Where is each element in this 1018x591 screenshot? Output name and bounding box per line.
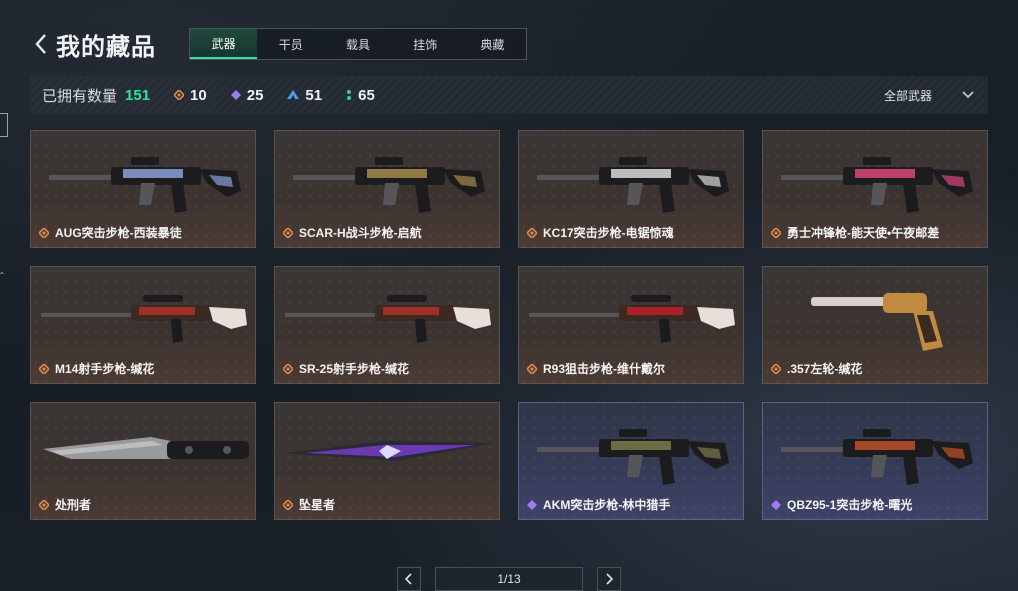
weapon-image [293, 157, 485, 213]
item-name: AUG突击步枪-西装暴徒 [55, 226, 182, 240]
tab-vehicles[interactable]: 载具 [324, 29, 391, 59]
green-dots-icon [346, 89, 352, 101]
chevron-right-icon [606, 573, 613, 585]
weapon-image [529, 295, 735, 343]
rarity-count-value: 10 [190, 86, 207, 104]
orange-diamond-icon [527, 363, 537, 374]
collection-item-card[interactable]: 勇士冲锋枪-能天使•午夜邮差 [762, 130, 988, 248]
item-name: 处刑者 [55, 498, 92, 512]
tab-operators[interactable]: 干员 [257, 29, 324, 59]
item-name: KC17突击步枪-电锯惊魂 [543, 226, 674, 240]
collection-item-card[interactable]: 处刑者 [30, 402, 256, 520]
item-name: 坠星者 [299, 498, 336, 512]
rarity-count-green: 65 [346, 87, 375, 104]
collection-item-card[interactable]: .357左轮-缄花 [762, 266, 988, 384]
ownership-stats-bar: 已拥有数量 151 10 25 51 65 全部武器 [30, 76, 988, 114]
chevron-down-icon [962, 91, 974, 99]
weapon-filter-dropdown[interactable]: 全部武器 [884, 76, 974, 114]
page-indicator: 1/13 [435, 567, 583, 591]
prev-page-button[interactable] [397, 567, 421, 591]
orange-diamond-icon [174, 90, 185, 100]
side-caret-icon: ˆ [0, 270, 4, 284]
rarity-count-value: 51 [305, 86, 323, 104]
page-title: 我的藏品 [56, 33, 156, 61]
collection-item-card[interactable]: 坠星者 [274, 402, 500, 520]
orange-diamond-icon [527, 227, 537, 238]
item-name: .357左轮-缄花 [787, 362, 863, 376]
weapon-image [49, 157, 241, 213]
weapon-image [537, 157, 729, 213]
weapon-image [285, 441, 495, 461]
item-label: SCAR-H战斗步枪-启航 [283, 224, 422, 241]
item-name: M14射手步枪-缄花 [55, 362, 155, 376]
orange-diamond-icon [283, 363, 293, 374]
orange-diamond-icon [39, 499, 49, 510]
category-tabs: 武器 干员 载具 挂饰 典藏 [189, 28, 527, 60]
weapon-image [781, 157, 973, 213]
item-label: 坠星者 [283, 496, 335, 513]
rarity-count-purple: 25 [230, 86, 264, 104]
rarity-count-blue: 51 [287, 87, 322, 104]
next-page-button[interactable] [597, 567, 621, 591]
chevron-left-icon [405, 573, 412, 585]
collection-item-card[interactable]: AUG突击步枪-西装暴徒 [30, 130, 256, 248]
tab-collection[interactable]: 典藏 [459, 29, 526, 59]
collection-item-card[interactable]: KC17突击步枪-电锯惊魂 [518, 130, 744, 248]
item-label: R93狙击步枪-维什戴尔 [527, 360, 665, 377]
orange-diamond-icon [39, 363, 49, 374]
orange-diamond-icon [283, 227, 293, 238]
collection-item-card[interactable]: SCAR-H战斗步枪-启航 [274, 130, 500, 248]
tab-charms[interactable]: 挂饰 [392, 29, 459, 59]
item-name: QBZ95-1突击步枪-曙光 [787, 498, 913, 512]
weapon-image [285, 295, 491, 343]
item-label: AKM突击步枪-林中猎手 [527, 496, 670, 513]
item-label: KC17突击步枪-电锯惊魂 [527, 224, 674, 241]
purple-diamond-icon [771, 499, 781, 510]
weapon-image [537, 429, 729, 485]
collection-item-card[interactable]: R93狙击步枪-维什戴尔 [518, 266, 744, 384]
collection-item-card[interactable]: AKM突击步枪-林中猎手 [518, 402, 744, 520]
item-label: .357左轮-缄花 [771, 360, 862, 377]
item-label: SR-25射手步枪-缄花 [283, 360, 409, 377]
side-bracket-decoration [0, 113, 8, 137]
blue-triangle-icon [287, 90, 300, 100]
owned-label: 已拥有数量 [42, 87, 118, 105]
weapon-image [43, 437, 249, 459]
purple-diamond-icon [230, 90, 241, 100]
rarity-count-value: 65 [358, 86, 375, 104]
item-name: 勇士冲锋枪-能天使•午夜邮差 [787, 226, 940, 240]
item-label: 处刑者 [39, 496, 91, 513]
weapon-image [781, 429, 973, 485]
orange-diamond-icon [39, 227, 49, 238]
orange-diamond-icon [771, 363, 781, 374]
weapon-image [811, 293, 943, 351]
rarity-count-value: 25 [246, 86, 264, 104]
pagination: 1/13 [397, 567, 621, 591]
orange-diamond-icon [283, 499, 293, 510]
item-label: AUG突击步枪-西装暴徒 [39, 224, 182, 241]
owned-count: 151 [125, 86, 151, 104]
weapon-image [41, 295, 247, 343]
item-name: SR-25射手步枪-缄花 [299, 362, 410, 376]
item-name: AKM突击步枪-林中猎手 [543, 498, 671, 512]
item-label: 勇士冲锋枪-能天使•午夜邮差 [771, 224, 939, 241]
collection-item-card[interactable]: QBZ95-1突击步枪-曙光 [762, 402, 988, 520]
tab-weapons[interactable]: 武器 [190, 29, 258, 59]
item-name: SCAR-H战斗步枪-启航 [299, 226, 422, 240]
item-label: QBZ95-1突击步枪-曙光 [771, 496, 912, 513]
back-button[interactable] [30, 29, 52, 59]
collection-item-card[interactable]: M14射手步枪-缄花 [30, 266, 256, 384]
header: 我的藏品 [30, 28, 156, 61]
rarity-count-orange: 10 [174, 87, 207, 104]
item-name: R93狙击步枪-维什戴尔 [543, 362, 666, 376]
filter-selected-value: 全部武器 [883, 88, 932, 103]
chevron-left-icon [35, 34, 46, 54]
item-label: M14射手步枪-缄花 [39, 360, 154, 377]
purple-diamond-icon [527, 499, 537, 510]
collection-item-card[interactable]: SR-25射手步枪-缄花 [274, 266, 500, 384]
orange-diamond-icon [771, 227, 781, 238]
